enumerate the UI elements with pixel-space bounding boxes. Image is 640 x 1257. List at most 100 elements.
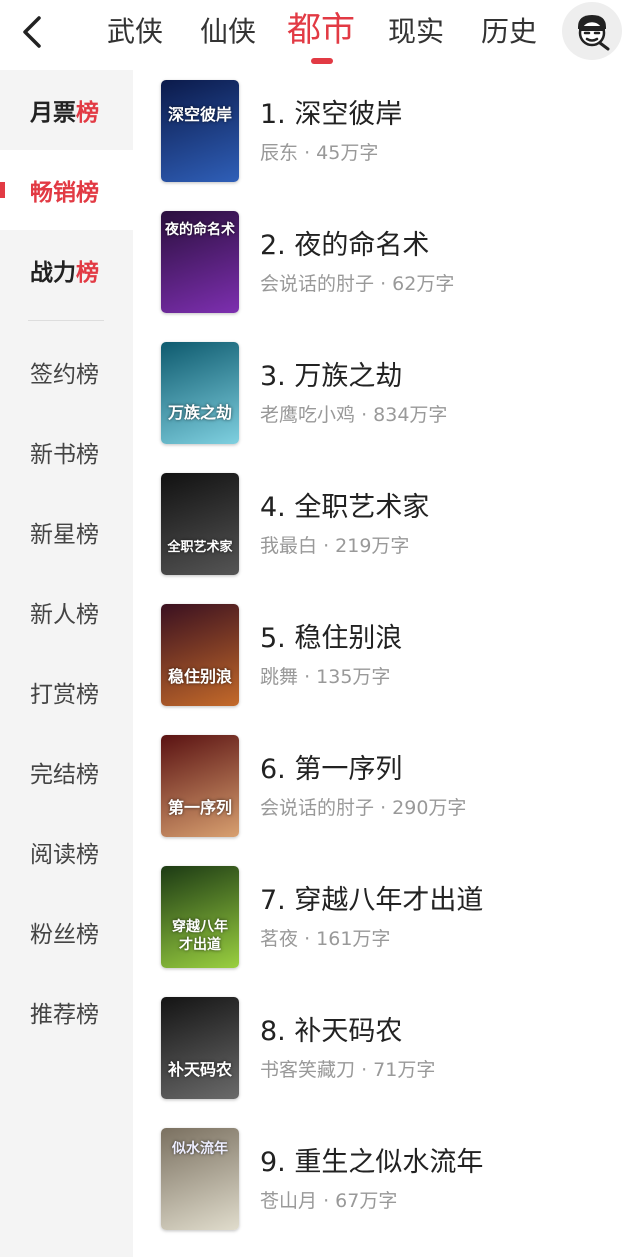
sidebar-item-completed[interactable]: 完结榜 (0, 732, 133, 812)
book-ranking-list: 深空彼岸 1. 深空彼岸 辰东 · 45万字 夜的命名术 2. 夜的命名术 会说… (133, 70, 640, 1257)
active-tab-indicator (311, 58, 333, 64)
back-button[interactable] (14, 12, 50, 52)
sidebar-item-label: 新星榜 (30, 522, 99, 548)
sidebar-item-recommend[interactable]: 推荐榜 (0, 972, 133, 1052)
book-cover: 穿越八年才出道 (161, 866, 239, 968)
book-item[interactable]: 全职艺术家 4. 全职艺术家 我最白 · 219万字 (133, 463, 640, 583)
tab-dushi[interactable]: 都市 (287, 8, 355, 50)
book-rank: 6. (260, 754, 286, 785)
book-item[interactable]: 深空彼岸 1. 深空彼岸 辰东 · 45万字 (133, 70, 640, 190)
meta-separator: · (304, 666, 311, 688)
book-word-count: 67万字 (335, 1190, 398, 1212)
book-word-count: 219万字 (335, 535, 410, 557)
sidebar-item-new-star[interactable]: 新星榜 (0, 492, 133, 572)
sidebar-item-label: 月票 (30, 100, 76, 126)
book-name: 重生之似水流年 (294, 1147, 484, 1178)
avatar-button[interactable] (562, 2, 622, 60)
book-word-count: 62万字 (392, 273, 455, 295)
cover-title: 似水流年 (172, 1141, 228, 1157)
book-author: 会说话的肘子 (260, 797, 375, 819)
book-meta: 我最白 · 219万字 (260, 531, 409, 558)
book-word-count: 135万字 (316, 666, 391, 688)
sidebar-item-reading[interactable]: 阅读榜 (0, 812, 133, 892)
sidebar-item-reward[interactable]: 打赏榜 (0, 652, 133, 732)
book-meta: 茗夜 · 161万字 (260, 924, 390, 951)
book-item[interactable]: 穿越八年才出道 7. 穿越八年才出道 茗夜 · 161万字 (133, 856, 640, 976)
sidebar-item-label: 新书榜 (30, 442, 99, 468)
book-cover: 万族之劫 (161, 342, 239, 444)
book-item[interactable]: 第一序列 6. 第一序列 会说话的肘子 · 290万字 (133, 725, 640, 845)
sidebar-item-label: 签约榜 (30, 362, 99, 388)
sidebar-item-label: 阅读榜 (30, 842, 99, 868)
book-cover: 第一序列 (161, 735, 239, 837)
meta-separator: · (323, 1190, 330, 1212)
cover-title: 深空彼岸 (167, 105, 232, 124)
meta-separator: · (380, 273, 387, 295)
book-rank: 4. (260, 492, 286, 523)
cover-title: 稳住别浪 (167, 667, 232, 686)
book-title: 5. 稳住别浪 (260, 616, 402, 655)
book-cover: 似水流年 (161, 1128, 239, 1230)
sidebar-item-label: 畅销榜 (30, 180, 99, 206)
book-item[interactable]: 稳住别浪 5. 稳住别浪 跳舞 · 135万字 (133, 594, 640, 714)
tab-wuxia[interactable]: 武侠 (107, 12, 163, 52)
sidebar-item-fans[interactable]: 粉丝榜 (0, 892, 133, 972)
sidebar-item-newcomer[interactable]: 新人榜 (0, 572, 133, 652)
sidebar-item-new-book[interactable]: 新书榜 (0, 412, 133, 492)
active-item-indicator (0, 182, 5, 198)
sidebar-item-power[interactable]: 战力榜 (0, 230, 133, 310)
sidebar-divider (28, 320, 104, 321)
book-name: 补天码农 (294, 1016, 403, 1047)
book-rank: 9. (260, 1147, 286, 1178)
book-meta: 会说话的肘子 · 62万字 (260, 269, 454, 296)
cover-title: 穿越八年才出道 (172, 919, 228, 953)
sidebar-item-bestseller[interactable]: 畅销榜 (0, 150, 133, 230)
meta-separator: · (361, 1059, 368, 1081)
book-title: 2. 夜的命名术 (260, 223, 429, 262)
sidebar-item-label-suffix: 榜 (76, 100, 99, 126)
book-name: 深空彼岸 (294, 99, 403, 130)
tab-xianshi[interactable]: 现实 (388, 12, 444, 52)
book-author: 苍山月 (260, 1190, 318, 1212)
sidebar-item-monthly-ticket[interactable]: 月票榜 (0, 70, 133, 150)
book-item[interactable]: 似水流年 9. 重生之似水流年 苍山月 · 67万字 (133, 1118, 640, 1238)
book-title: 9. 重生之似水流年 (260, 1140, 483, 1179)
meta-separator: · (380, 797, 387, 819)
book-name: 万族之劫 (294, 361, 403, 392)
book-rank: 7. (260, 885, 286, 916)
book-item[interactable]: 夜的命名术 2. 夜的命名术 会说话的肘子 · 62万字 (133, 201, 640, 321)
book-title: 3. 万族之劫 (260, 354, 402, 393)
tab-xianxia[interactable]: 仙侠 (200, 12, 256, 52)
sidebar-item-label-suffix: 榜 (76, 260, 99, 286)
book-author: 茗夜 (260, 928, 299, 950)
sidebar-item-label: 粉丝榜 (30, 922, 99, 948)
chevron-left-icon (23, 16, 41, 48)
meta-separator: · (361, 404, 368, 426)
meta-separator: · (323, 535, 330, 557)
top-navigation: 武侠 仙侠 都市 现实 历史 (0, 0, 640, 70)
book-author: 书客笑藏刀 (260, 1059, 356, 1081)
book-meta: 老鹰吃小鸡 · 834万字 (260, 400, 447, 427)
book-rank: 3. (260, 361, 286, 392)
book-author: 辰东 (260, 142, 299, 164)
book-cover: 补天码农 (161, 997, 239, 1099)
sidebar-item-label: 战力 (30, 260, 76, 286)
tab-lishi[interactable]: 历史 (481, 12, 537, 52)
sidebar-item-signed[interactable]: 签约榜 (0, 332, 133, 412)
cover-title: 万族之劫 (167, 403, 232, 422)
cover-title: 全职艺术家 (167, 540, 233, 555)
book-meta: 辰东 · 45万字 (260, 138, 378, 165)
book-title: 4. 全职艺术家 (260, 485, 429, 524)
sidebar-item-label: 完结榜 (30, 762, 99, 788)
book-cover: 夜的命名术 (161, 211, 239, 313)
book-title: 1. 深空彼岸 (260, 92, 402, 131)
book-meta: 苍山月 · 67万字 (260, 1186, 397, 1213)
book-cover: 全职艺术家 (161, 473, 239, 575)
book-title: 6. 第一序列 (260, 747, 402, 786)
book-item[interactable]: 补天码农 8. 补天码农 书客笑藏刀 · 71万字 (133, 987, 640, 1107)
book-author: 跳舞 (260, 666, 299, 688)
book-rank: 1. (260, 99, 286, 130)
book-name: 夜的命名术 (294, 230, 430, 261)
book-name: 第一序列 (294, 754, 403, 785)
book-item[interactable]: 万族之劫 3. 万族之劫 老鹰吃小鸡 · 834万字 (133, 332, 640, 452)
